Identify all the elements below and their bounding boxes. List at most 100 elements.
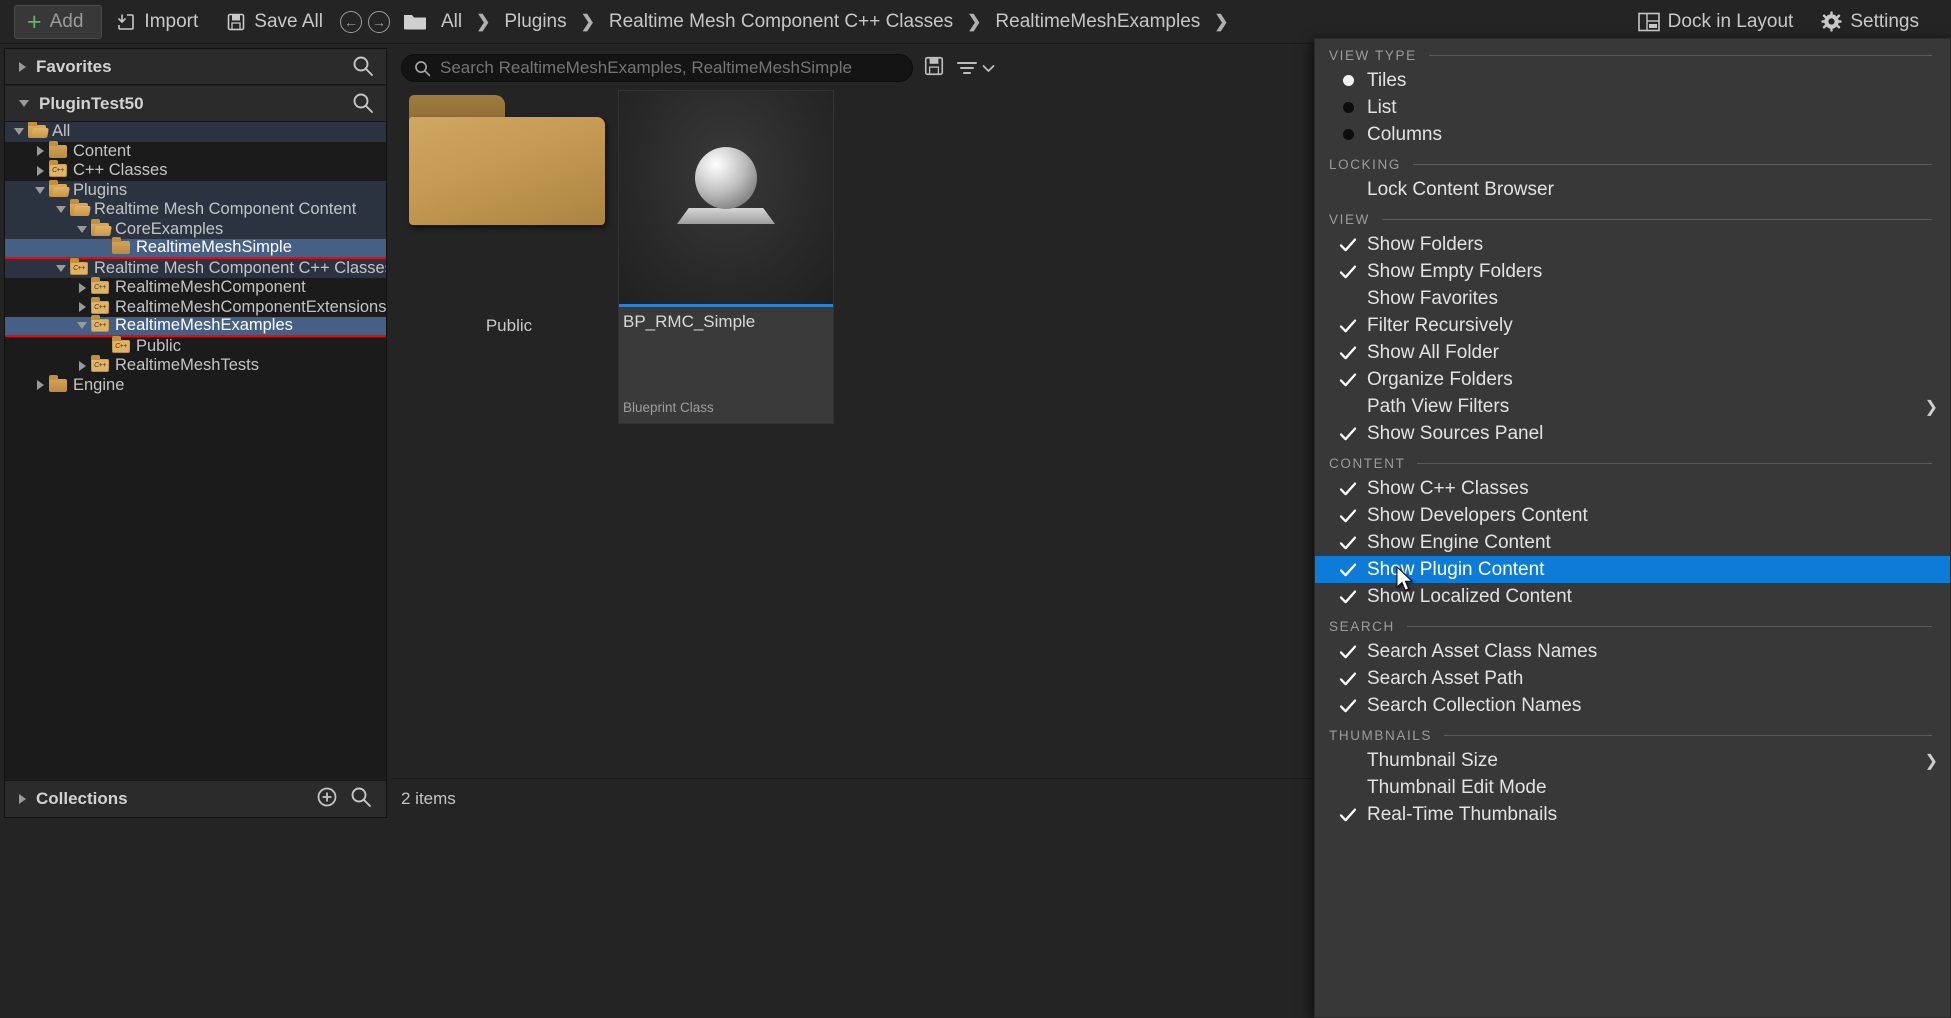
tree-item-content[interactable]: Content bbox=[5, 142, 386, 162]
menu-item-search-asset-class-names[interactable]: Search Asset Class Names bbox=[1315, 638, 1950, 665]
favorites-header[interactable]: Favorites bbox=[5, 49, 386, 85]
source-tree[interactable]: AllContentC++ ClassesPluginsRealtime Mes… bbox=[5, 122, 386, 779]
menu-item-show-favorites[interactable]: Show Favorites bbox=[1315, 285, 1950, 312]
tree-item-label: RealtimeMeshExamples bbox=[115, 316, 293, 335]
menu-item-thumbnail-edit-mode[interactable]: Thumbnail Edit Mode bbox=[1315, 774, 1950, 801]
favorites-search-icon[interactable] bbox=[352, 55, 374, 82]
tree-item-label: Engine bbox=[73, 376, 124, 395]
asset-search-box[interactable] bbox=[401, 54, 913, 82]
check-icon bbox=[1338, 506, 1358, 526]
section-divider bbox=[1413, 164, 1932, 165]
project-search-icon[interactable] bbox=[352, 92, 374, 119]
menu-item-columns[interactable]: Columns bbox=[1315, 121, 1950, 148]
toolbar-right-group: Dock in Layout Settings bbox=[1624, 4, 1951, 40]
tree-item-realtimemeshcomponentextensions[interactable]: RealtimeMeshComponentExtensions bbox=[5, 298, 386, 318]
chevron-right-icon[interactable] bbox=[74, 302, 90, 312]
tree-item-realtimemeshcomponent[interactable]: RealtimeMeshComponent bbox=[5, 278, 386, 298]
menu-item-thumbnail-size[interactable]: Thumbnail Size❯ bbox=[1315, 747, 1950, 774]
settings-label: Settings bbox=[1850, 11, 1919, 33]
menu-item-filter-recursively[interactable]: Filter Recursively bbox=[1315, 312, 1950, 339]
chevron-right-icon[interactable] bbox=[32, 146, 48, 156]
menu-item-real-time-thumbnails[interactable]: Real-Time Thumbnails bbox=[1315, 801, 1950, 828]
menu-item-label: Search Asset Class Names bbox=[1367, 641, 1597, 663]
tree-item-realtime-mesh-component-content[interactable]: Realtime Mesh Component Content bbox=[5, 200, 386, 220]
dock-in-layout-button[interactable]: Dock in Layout bbox=[1624, 4, 1808, 40]
menu-item-show-sources-panel[interactable]: Show Sources Panel bbox=[1315, 420, 1950, 447]
chevron-down-icon[interactable] bbox=[11, 128, 27, 135]
chevron-right-icon[interactable] bbox=[74, 283, 90, 293]
folder-cpp-icon bbox=[90, 319, 110, 332]
tree-item-label: All bbox=[52, 122, 70, 141]
search-collections-icon[interactable] bbox=[350, 786, 372, 813]
asset-tile-bp-rmc-simple[interactable]: BP_RMC_Simple Blueprint Class bbox=[618, 90, 834, 424]
chevron-right-icon[interactable] bbox=[32, 166, 48, 176]
tree-item-label: CoreExamples bbox=[115, 220, 223, 239]
chevron-down-icon bbox=[19, 100, 29, 107]
tree-item-public[interactable]: Public bbox=[5, 337, 386, 357]
breadcrumb-item-2[interactable]: Realtime Mesh Component C++ Classes bbox=[603, 11, 959, 33]
menu-item-show-c-classes[interactable]: Show C++ Classes bbox=[1315, 475, 1950, 502]
menu-item-path-view-filters[interactable]: Path View Filters❯ bbox=[1315, 393, 1950, 420]
menu-item-organize-folders[interactable]: Organize Folders bbox=[1315, 366, 1950, 393]
menu-item-label: Tiles bbox=[1367, 70, 1406, 92]
breadcrumb-item-1[interactable]: Plugins bbox=[498, 11, 572, 33]
chevron-down-icon[interactable] bbox=[74, 322, 90, 329]
collections-header[interactable]: Collections bbox=[5, 780, 386, 817]
menu-item-label: Columns bbox=[1367, 124, 1442, 146]
menu-item-search-collection-names[interactable]: Search Collection Names bbox=[1315, 692, 1950, 719]
check-icon bbox=[1338, 479, 1358, 499]
tree-item-all[interactable]: All bbox=[5, 122, 386, 142]
chevron-down-icon[interactable] bbox=[53, 206, 69, 213]
chevron-right-icon[interactable] bbox=[32, 380, 48, 390]
project-header[interactable]: PluginTest50 bbox=[5, 86, 386, 122]
menu-item-show-empty-folders[interactable]: Show Empty Folders bbox=[1315, 258, 1950, 285]
menu-item-show-developers-content[interactable]: Show Developers Content bbox=[1315, 502, 1950, 529]
chevron-down-icon[interactable] bbox=[53, 265, 69, 272]
chevron-down-icon[interactable] bbox=[32, 187, 48, 194]
check-icon bbox=[1338, 669, 1358, 689]
menu-item-label: Show Empty Folders bbox=[1367, 261, 1542, 283]
menu-item-lock-content-browser[interactable]: Lock Content Browser bbox=[1315, 176, 1950, 203]
navigate-forward-icon[interactable]: → bbox=[368, 11, 390, 33]
folder-cpp-icon bbox=[69, 262, 89, 275]
menu-item-show-engine-content[interactable]: Show Engine Content bbox=[1315, 529, 1950, 556]
chevron-right-icon: ❯ bbox=[1925, 397, 1938, 417]
breadcrumb-item-3[interactable]: RealtimeMeshExamples bbox=[989, 11, 1206, 33]
menu-section-title: LOCKING bbox=[1329, 157, 1401, 172]
menu-item-list[interactable]: List bbox=[1315, 94, 1950, 121]
view-options-menu[interactable]: VIEW TYPETilesListColumnsLOCKINGLock Con… bbox=[1314, 38, 1951, 1018]
breadcrumb-item-0[interactable]: All bbox=[435, 11, 468, 33]
save-all-button[interactable]: Save All bbox=[212, 4, 337, 40]
add-button[interactable]: + Add bbox=[14, 5, 102, 39]
menu-item-search-asset-path[interactable]: Search Asset Path bbox=[1315, 665, 1950, 692]
menu-item-label: Real-Time Thumbnails bbox=[1367, 804, 1557, 826]
menu-item-tiles[interactable]: Tiles bbox=[1315, 67, 1950, 94]
tree-item-coreexamples[interactable]: CoreExamples bbox=[5, 220, 386, 240]
chevron-right-icon[interactable] bbox=[74, 361, 90, 371]
menu-item-label: Show Developers Content bbox=[1367, 505, 1588, 527]
tree-item-realtimemeshexamples[interactable]: RealtimeMeshExamples bbox=[5, 317, 386, 337]
menu-item-show-all-folder[interactable]: Show All Folder bbox=[1315, 339, 1950, 366]
path-folder-icon bbox=[403, 12, 427, 31]
folder-tile[interactable]: Public bbox=[401, 90, 617, 336]
check-icon bbox=[1329, 262, 1367, 282]
menu-item-show-plugin-content[interactable]: Show Plugin Content bbox=[1315, 556, 1950, 583]
tree-item-engine[interactable]: Engine bbox=[5, 376, 386, 396]
menu-item-show-localized-content[interactable]: Show Localized Content bbox=[1315, 583, 1950, 610]
tree-item-realtimemeshsimple[interactable]: RealtimeMeshSimple bbox=[5, 239, 386, 259]
add-collection-icon[interactable] bbox=[316, 786, 338, 813]
navigate-back-icon[interactable]: ← bbox=[340, 11, 362, 33]
check-icon bbox=[1329, 587, 1367, 607]
import-button[interactable]: Import bbox=[102, 4, 212, 40]
filter-icon[interactable] bbox=[955, 57, 995, 79]
tree-item-label: Plugins bbox=[73, 181, 127, 200]
search-input[interactable] bbox=[440, 58, 900, 78]
tree-item-c-classes[interactable]: C++ Classes bbox=[5, 161, 386, 181]
settings-button[interactable]: Settings bbox=[1807, 4, 1933, 40]
menu-item-show-folders[interactable]: Show Folders bbox=[1315, 231, 1950, 258]
chevron-down-icon[interactable] bbox=[74, 226, 90, 233]
tree-item-plugins[interactable]: Plugins bbox=[5, 181, 386, 201]
tree-item-realtime-mesh-component-c-classes[interactable]: Realtime Mesh Component C++ Classes bbox=[5, 259, 386, 279]
save-search-icon[interactable] bbox=[923, 55, 945, 82]
tree-item-realtimemeshtests[interactable]: RealtimeMeshTests bbox=[5, 356, 386, 376]
